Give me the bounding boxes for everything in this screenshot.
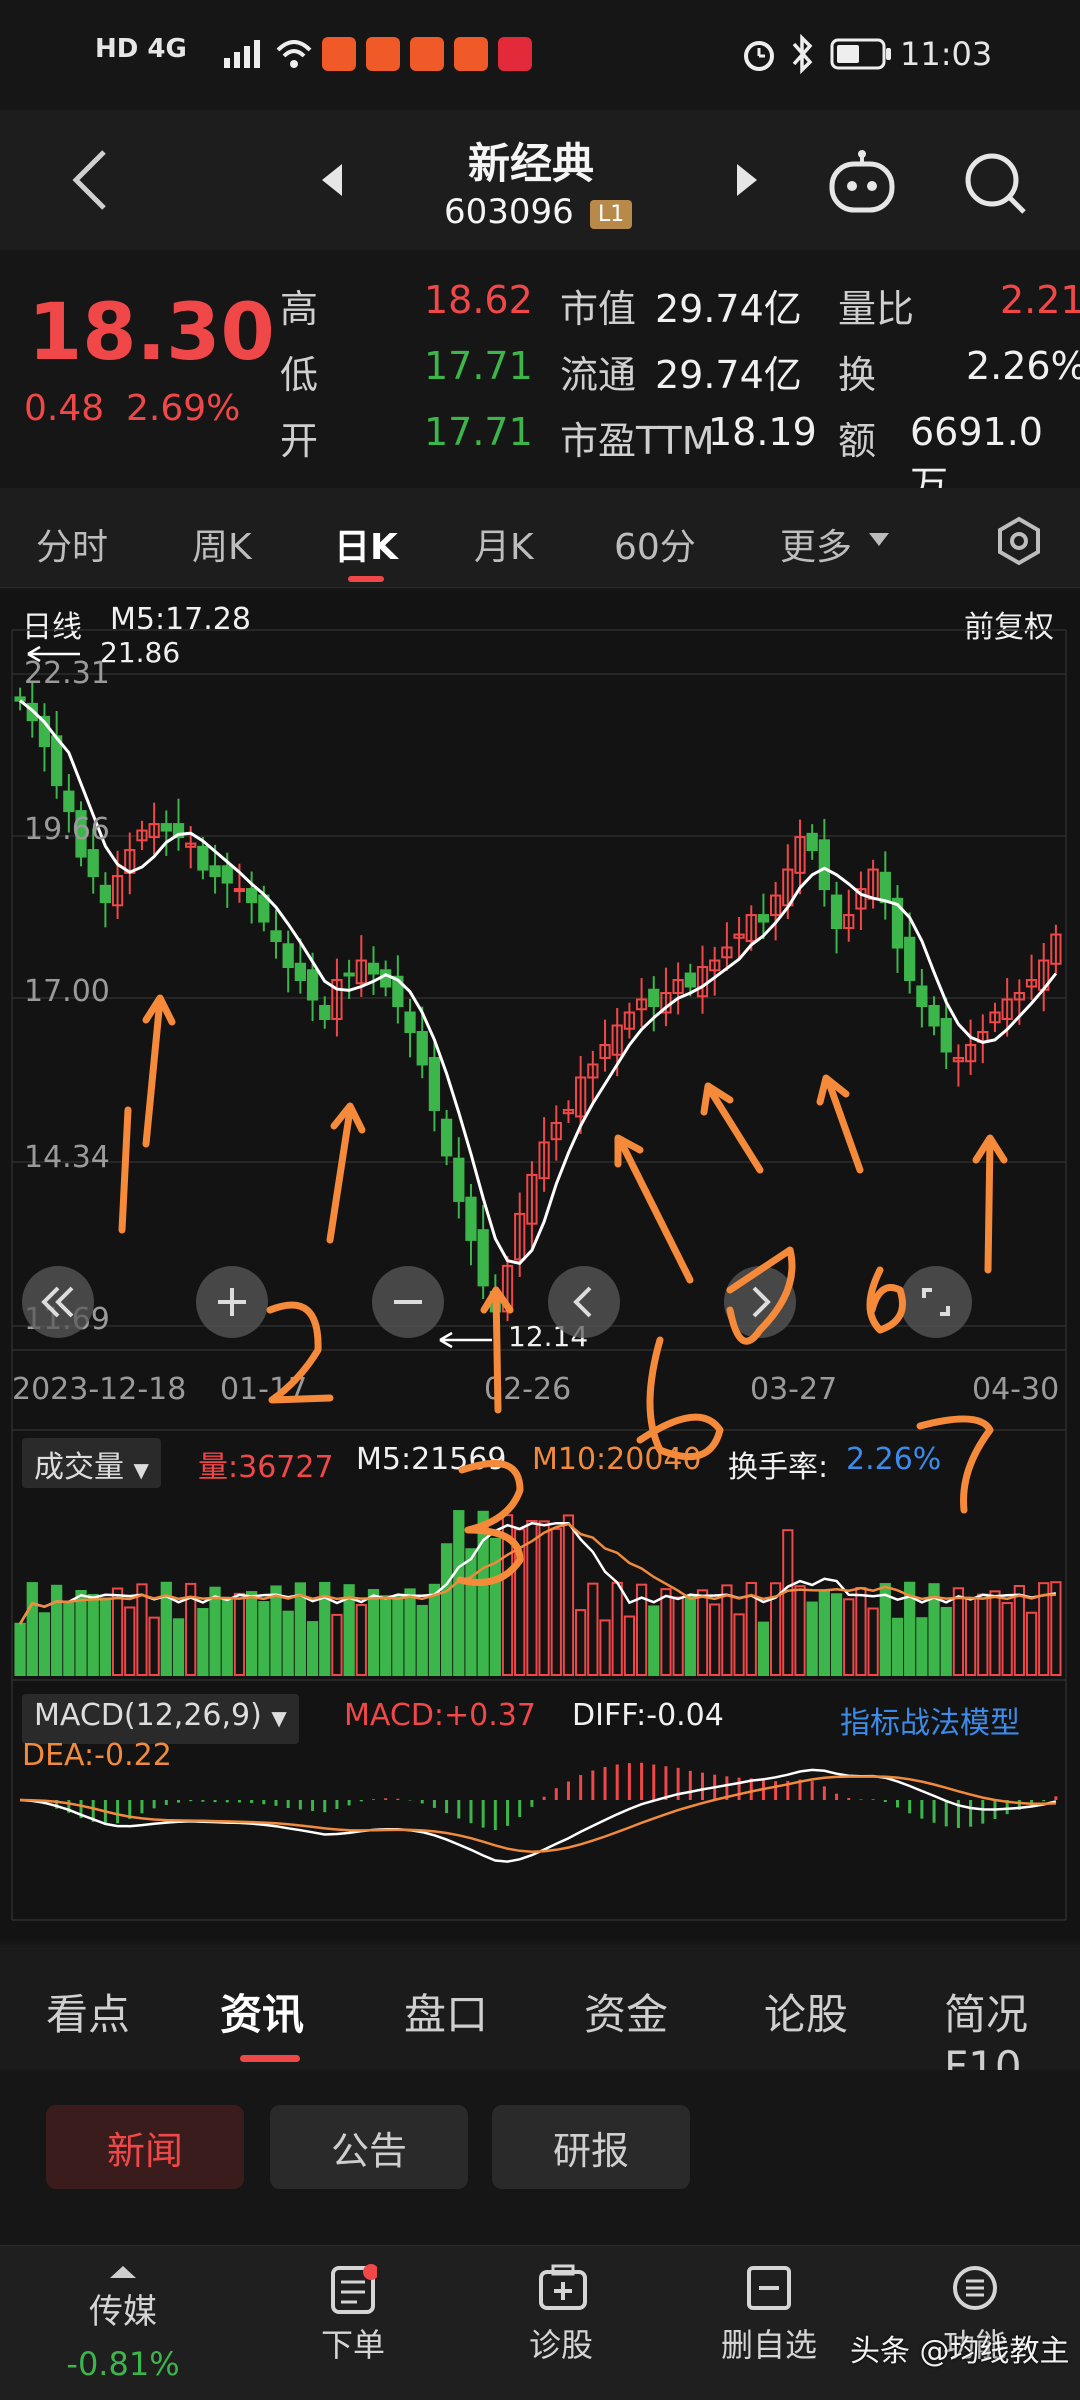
low-value: 17.71 <box>424 344 533 388</box>
tab-60min[interactable]: 60分 <box>614 518 696 570</box>
next-stock-icon[interactable] <box>733 162 761 202</box>
order-icon <box>329 2264 379 2314</box>
float-value: 29.74亿 <box>655 353 802 397</box>
info-tabs: 看点 资讯 盘口 资金 论股 简况F10 <box>0 1945 1080 2091</box>
annotation-arrow <box>616 1136 694 1284</box>
filter-announcement-button[interactable]: 公告 <box>270 2105 468 2189</box>
price-change: 0.48 <box>24 388 105 429</box>
battery-icon <box>830 38 892 74</box>
settings-icon[interactable] <box>994 516 1044 570</box>
last-price: 18.30 <box>28 288 275 378</box>
period-tabs: 分时 周K 日K 月K 60分 更多 <box>0 488 1080 588</box>
mcap-value: 29.74亿 <box>655 287 802 331</box>
high-value: 18.62 <box>424 278 533 322</box>
stock-name: 新经典 <box>468 139 595 188</box>
level-badge: L1 <box>590 200 633 229</box>
annotation-stroke <box>916 1415 994 1514</box>
search-icon[interactable] <box>962 150 1028 220</box>
wifi-icon <box>274 36 314 74</box>
app-notification-icon <box>454 37 488 71</box>
annotation-arrow <box>706 1086 764 1174</box>
tab-capital[interactable]: 资金 <box>584 1981 668 2042</box>
high-label: 高 <box>280 287 319 331</box>
annotation-stroke <box>266 1301 334 1404</box>
volume-ratio-value: 2.21 <box>1000 278 1080 322</box>
low-label: 低 <box>280 353 319 397</box>
back-icon[interactable] <box>70 148 110 216</box>
remove-watchlist-label: 删自选 <box>720 2326 817 2364</box>
app-notification-icon <box>322 37 356 71</box>
annotation-arrow <box>326 1106 354 1244</box>
float-label: 流通 <box>560 353 637 397</box>
open-label: 开 <box>280 419 319 463</box>
order-button[interactable]: 下单 <box>268 2264 438 2366</box>
filter-research-button[interactable]: 研报 <box>492 2105 690 2189</box>
menu-circle-icon <box>951 2264 999 2312</box>
prev-stock-icon[interactable] <box>318 162 346 202</box>
sector-change: -0.81% <box>66 2345 180 2383</box>
triangle-up-icon <box>110 2266 136 2278</box>
tab-weekly[interactable]: 周K <box>192 518 252 570</box>
tab-highlights[interactable]: 看点 <box>46 1981 130 2042</box>
tab-intraday[interactable]: 分时 <box>36 518 108 570</box>
volume-ratio-label: 量比 <box>838 287 915 331</box>
remove-watchlist-button[interactable]: 删自选 <box>684 2264 854 2366</box>
mcap-label: 市值 <box>560 287 637 331</box>
annotation-stroke <box>456 1459 524 1586</box>
stock-header: 新经典 603096 L1 <box>0 110 1080 250</box>
app-notification-icon <box>498 37 532 71</box>
quote-panel: 18.30 0.48 2.69% 高 18.62 低 17.71 开 17.71… <box>0 250 1080 507</box>
pe-value: 18.19 <box>708 410 817 454</box>
stock-code: 603096 <box>444 192 574 232</box>
status-bar: HD 4G 11:03 <box>0 0 1080 110</box>
watermark: 头条 @均线教主 <box>850 2334 1070 2369</box>
network-indicator: HD 4G <box>95 34 187 64</box>
tab-news[interactable]: 资讯 <box>220 1981 304 2042</box>
turnover-value: 2.26% <box>966 344 1080 388</box>
bluetooth-icon <box>788 33 816 78</box>
annotation-stroke <box>726 1246 796 1345</box>
pe-label: 市盈TTM <box>560 419 715 463</box>
tab-discussion[interactable]: 论股 <box>764 1981 848 2042</box>
tab-orderbook[interactable]: 盘口 <box>404 1981 488 2042</box>
price-change-pct: 2.69% <box>126 388 241 429</box>
kline-chart[interactable]: 日线 M5:17.28 前复权 22.31 19.66 17.00 14.34 … <box>0 590 1080 1940</box>
open-value: 17.71 <box>424 410 533 454</box>
filter-news-button[interactable]: 新闻 <box>46 2105 244 2189</box>
tab-more[interactable]: 更多 <box>780 518 852 570</box>
tab-daily[interactable]: 日K <box>334 518 398 570</box>
diagnose-button[interactable]: 诊股 <box>476 2264 646 2366</box>
active-tab-indicator <box>240 2055 300 2062</box>
annotation-stroke <box>636 1336 724 1461</box>
alarm-icon <box>740 36 778 76</box>
turnover-label: 换 <box>838 353 877 397</box>
app-notification-icon <box>410 37 444 71</box>
app-notification-icon <box>366 37 400 71</box>
bottom-nav: 传媒 -0.81% 下单 诊股 删自选 功能 头条 @均线教主 <box>0 2245 1080 2400</box>
annotation-arrow <box>492 1286 502 1414</box>
handwritten-annotations <box>118 994 1008 1586</box>
annotation-stroke <box>118 1106 132 1234</box>
minus-square-icon <box>745 2264 793 2312</box>
news-filter: 新闻 公告 研报 <box>0 2070 1080 2240</box>
sector-indicator[interactable]: 传媒 -0.81% <box>38 2264 208 2383</box>
chevron-down-icon <box>868 532 890 552</box>
diagnose-icon <box>537 2264 587 2312</box>
sector-name: 传媒 <box>89 2292 157 2332</box>
signal-icon <box>222 36 266 74</box>
diagnose-label: 诊股 <box>528 2326 593 2364</box>
annotation-arrow <box>984 1136 994 1274</box>
tab-monthly[interactable]: 月K <box>474 518 534 570</box>
robot-assistant-icon[interactable] <box>826 150 898 218</box>
order-label: 下单 <box>320 2326 385 2364</box>
active-tab-indicator <box>348 576 384 582</box>
amount-label: 额 <box>838 419 877 463</box>
clock: 11:03 <box>900 35 993 73</box>
annotation-stroke <box>866 1266 906 1334</box>
